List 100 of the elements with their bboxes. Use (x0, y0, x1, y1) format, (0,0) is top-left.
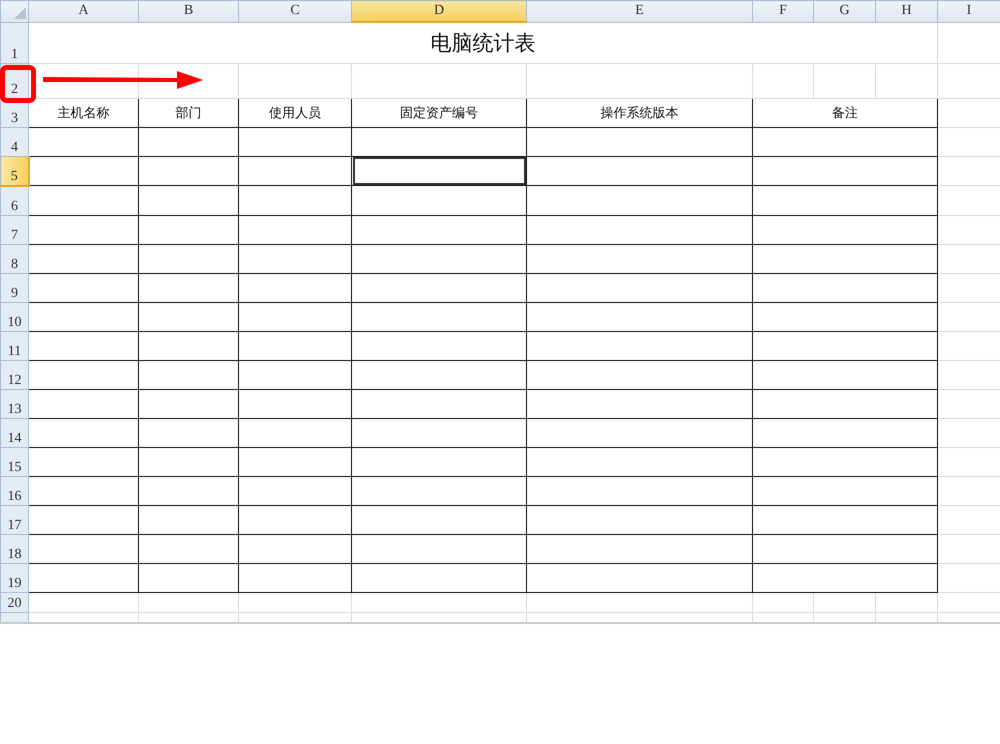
table-cell[interactable] (352, 360, 526, 389)
table-cell[interactable] (238, 447, 352, 476)
row-header[interactable]: 10 (0, 302, 28, 331)
table-cell[interactable] (28, 302, 138, 331)
table-cell[interactable] (28, 186, 138, 215)
column-header[interactable]: G (814, 0, 876, 22)
column-header[interactable]: A (28, 0, 138, 22)
table-cell[interactable] (752, 186, 938, 215)
table-cell[interactable] (752, 273, 938, 302)
table-cell[interactable] (752, 476, 938, 505)
table-cell[interactable] (752, 418, 938, 447)
table-cell[interactable] (526, 418, 752, 447)
table-cell[interactable] (352, 447, 526, 476)
table-cell[interactable] (28, 273, 138, 302)
table-cell[interactable] (138, 505, 238, 534)
table-cell[interactable] (138, 273, 238, 302)
table-cell[interactable] (238, 244, 352, 273)
table-cell[interactable] (28, 127, 138, 156)
table-cell[interactable] (526, 476, 752, 505)
table-cell[interactable] (526, 331, 752, 360)
table-cell[interactable] (752, 563, 938, 592)
table-cell[interactable] (352, 331, 526, 360)
row-header[interactable]: 9 (0, 273, 28, 302)
column-header[interactable]: C (238, 0, 352, 22)
table-cell[interactable] (238, 127, 352, 156)
table-cell[interactable] (352, 389, 526, 418)
table-cell[interactable] (352, 563, 526, 592)
column-header[interactable]: I (938, 0, 1000, 22)
row-header[interactable]: 19 (0, 563, 28, 592)
column-header[interactable]: F (752, 0, 814, 22)
table-cell[interactable] (526, 244, 752, 273)
table-cell[interactable] (238, 360, 352, 389)
table-cell[interactable] (28, 476, 138, 505)
row-header[interactable]: 16 (0, 476, 28, 505)
table-cell[interactable] (526, 534, 752, 563)
table-cell[interactable] (238, 418, 352, 447)
table-cell[interactable] (752, 505, 938, 534)
table-cell[interactable] (28, 215, 138, 244)
table-cell[interactable] (752, 389, 938, 418)
row-header[interactable]: 6 (0, 186, 28, 215)
table-cell[interactable] (238, 302, 352, 331)
table-cell[interactable] (526, 389, 752, 418)
table-cell[interactable] (238, 215, 352, 244)
table-cell[interactable] (752, 127, 938, 156)
table-cell[interactable] (526, 447, 752, 476)
row-header[interactable]: 12 (0, 360, 28, 389)
table-cell[interactable] (352, 418, 526, 447)
table-cell[interactable] (138, 389, 238, 418)
table-cell[interactable] (138, 476, 238, 505)
table-cell[interactable] (28, 331, 138, 360)
table-cell[interactable] (526, 215, 752, 244)
table-cell[interactable] (28, 389, 138, 418)
row-header[interactable]: 11 (0, 331, 28, 360)
table-cell[interactable] (138, 302, 238, 331)
table-cell[interactable] (238, 331, 352, 360)
column-header[interactable]: E (526, 0, 752, 22)
row-header[interactable]: 17 (0, 505, 28, 534)
table-cell[interactable] (752, 244, 938, 273)
row-header[interactable]: 1 (0, 22, 28, 63)
table-cell[interactable] (352, 505, 526, 534)
table-cell[interactable] (138, 360, 238, 389)
column-header[interactable]: H (876, 0, 938, 22)
table-cell[interactable] (138, 186, 238, 215)
table-cell[interactable] (238, 389, 352, 418)
table-cell[interactable] (752, 534, 938, 563)
table-cell[interactable] (752, 360, 938, 389)
table-cell[interactable] (352, 215, 526, 244)
table-cell[interactable] (238, 534, 352, 563)
table-cell[interactable] (28, 534, 138, 563)
column-header[interactable]: D (352, 0, 526, 22)
row-header[interactable]: 7 (0, 215, 28, 244)
table-cell[interactable] (526, 563, 752, 592)
table-cell[interactable] (138, 127, 238, 156)
table-cell[interactable] (238, 273, 352, 302)
table-cell[interactable] (238, 186, 352, 215)
table-cell[interactable] (138, 244, 238, 273)
table-cell[interactable] (28, 360, 138, 389)
table-cell[interactable] (526, 360, 752, 389)
table-cell[interactable] (28, 505, 138, 534)
table-cell[interactable] (752, 447, 938, 476)
table-cell[interactable] (526, 127, 752, 156)
table-cell[interactable] (138, 215, 238, 244)
table-cell[interactable] (28, 418, 138, 447)
table-cell[interactable] (238, 505, 352, 534)
table-cell[interactable] (28, 447, 138, 476)
selected-cell[interactable] (352, 156, 526, 186)
row-header[interactable]: 4 (0, 127, 28, 156)
table-cell[interactable] (752, 215, 938, 244)
table-cell[interactable] (352, 476, 526, 505)
table-cell[interactable] (352, 127, 526, 156)
table-cell[interactable] (138, 563, 238, 592)
table-cell[interactable] (28, 563, 138, 592)
table-cell[interactable] (352, 302, 526, 331)
table-cell[interactable] (238, 476, 352, 505)
row-header[interactable]: 14 (0, 418, 28, 447)
row-header[interactable]: 5 (0, 156, 28, 186)
table-cell[interactable] (526, 273, 752, 302)
table-cell[interactable] (352, 534, 526, 563)
table-cell[interactable] (352, 273, 526, 302)
table-cell[interactable] (526, 505, 752, 534)
